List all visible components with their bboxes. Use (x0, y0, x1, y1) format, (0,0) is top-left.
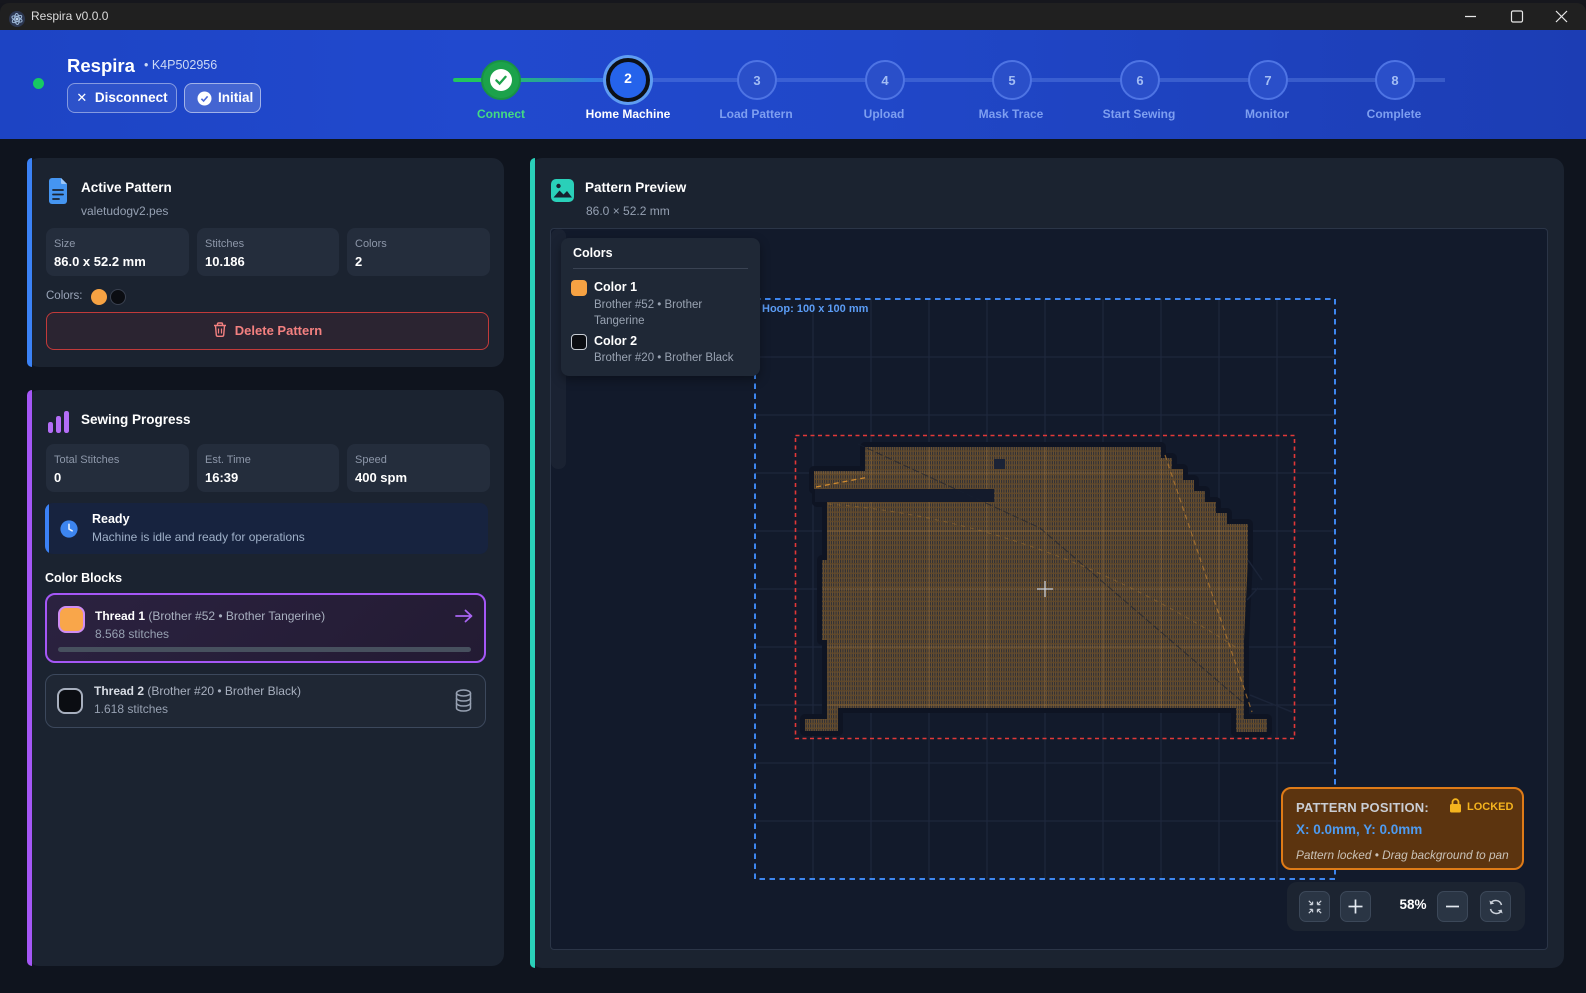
svg-text:Hoop: 100 x 100 mm: Hoop: 100 x 100 mm (762, 303, 869, 315)
